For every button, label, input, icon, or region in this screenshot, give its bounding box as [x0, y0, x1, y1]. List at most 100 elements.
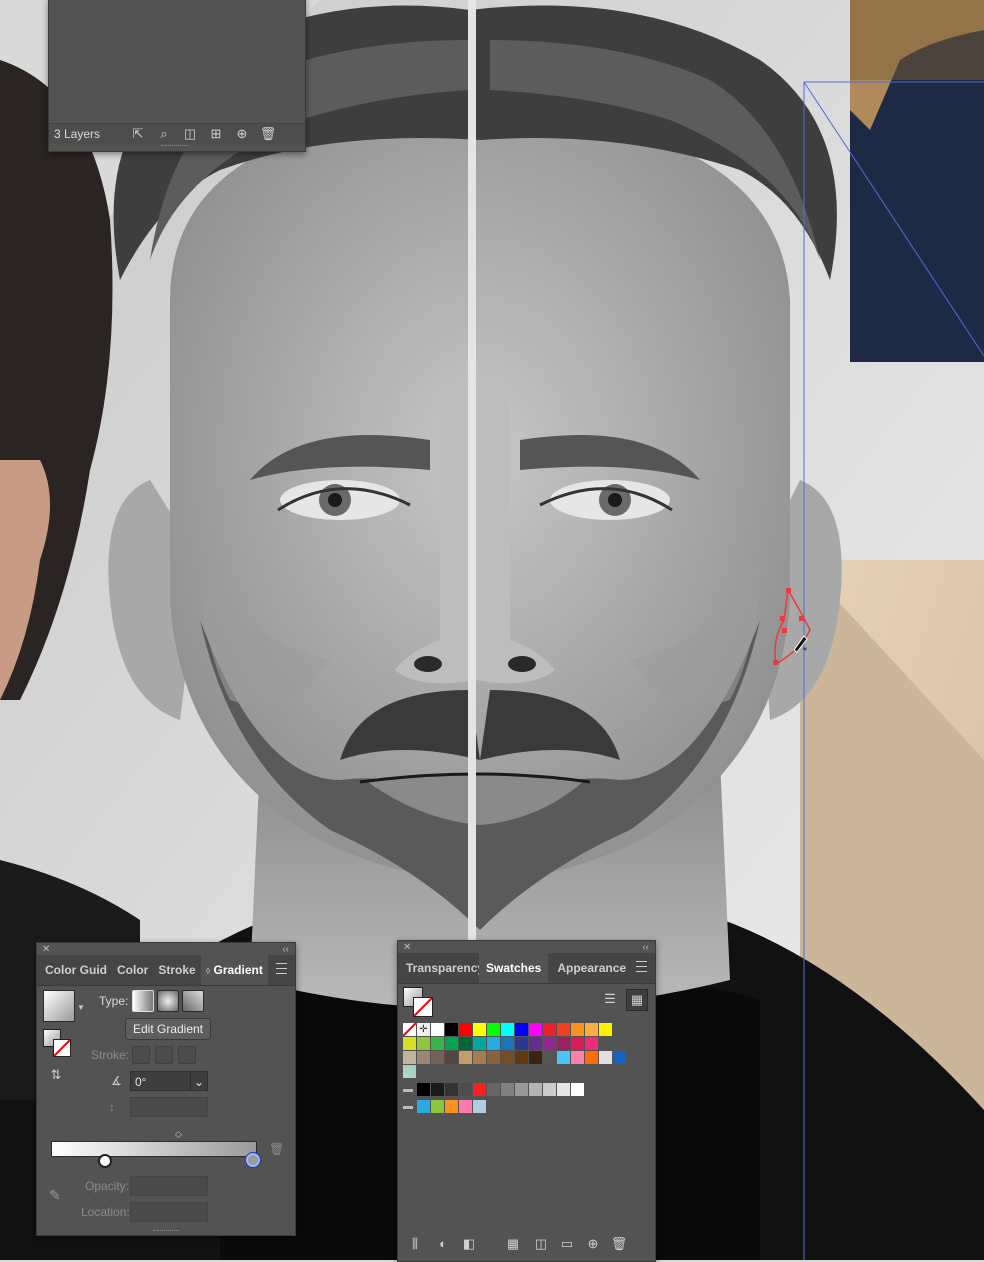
color-swatch[interactable] [557, 1037, 570, 1050]
stroke-gradient-along-icon[interactable] [155, 1046, 173, 1064]
color-swatch[interactable] [585, 1037, 598, 1050]
color-swatch[interactable] [529, 1051, 542, 1064]
color-swatch[interactable] [515, 1037, 528, 1050]
swatch-kind-icon[interactable]: ◐ [434, 1236, 452, 1252]
color-swatch[interactable] [515, 1051, 528, 1064]
linear-gradient-button[interactable] [132, 990, 154, 1012]
color-swatch[interactable] [473, 1023, 486, 1036]
color-swatch[interactable] [431, 1083, 444, 1096]
tab-gradient[interactable]: ◊ Gradient [200, 955, 268, 985]
gradient-slider[interactable] [51, 1141, 257, 1157]
color-swatch[interactable] [487, 1037, 500, 1050]
color-swatch[interactable] [431, 1023, 444, 1036]
color-swatch[interactable] [543, 1023, 556, 1036]
color-swatch[interactable] [403, 1037, 416, 1050]
color-swatch[interactable] [501, 1051, 514, 1064]
eyedropper-icon[interactable]: ✎ [49, 1187, 61, 1204]
color-swatch[interactable] [459, 1083, 472, 1096]
color-swatch[interactable] [487, 1023, 500, 1036]
freeform-gradient-button[interactable] [182, 990, 204, 1012]
color-swatch[interactable] [417, 1037, 430, 1050]
tab-swatches[interactable]: Swatches [479, 953, 549, 983]
radial-gradient-button[interactable] [157, 990, 179, 1012]
edit-color-group-icon[interactable]: ◫ [532, 1236, 550, 1252]
color-swatch[interactable] [571, 1037, 584, 1050]
tab-color-guide[interactable]: Color Guid [37, 955, 112, 985]
stroke-gradient-across-icon[interactable] [178, 1046, 196, 1064]
midpoint-diamond-icon[interactable]: ◇ [175, 1129, 182, 1140]
color-swatch[interactable] [571, 1051, 584, 1064]
color-swatch[interactable] [585, 1051, 598, 1064]
grid-view-icon[interactable]: ▦ [626, 989, 648, 1011]
color-swatch[interactable] [529, 1037, 542, 1050]
search-icon[interactable]: ⌕ [155, 126, 173, 142]
color-swatch[interactable] [613, 1051, 626, 1064]
color-swatch[interactable] [417, 1083, 430, 1096]
color-swatch[interactable] [445, 1100, 458, 1113]
new-folder-icon[interactable]: ▭ [558, 1236, 576, 1252]
color-swatch[interactable] [459, 1037, 472, 1050]
trash-icon[interactable]: 🗑 [259, 126, 277, 142]
color-swatch[interactable] [459, 1051, 472, 1064]
chevron-down-icon[interactable]: ▼ [77, 1003, 85, 1012]
angle-dropdown[interactable]: ⌄ [190, 1071, 208, 1091]
angle-field[interactable]: 0° [130, 1071, 196, 1091]
color-group-icon[interactable]: ▦ [504, 1236, 522, 1252]
color-swatch[interactable] [571, 1083, 584, 1096]
swatch-options-icon[interactable]: ◧ [460, 1236, 478, 1252]
layers-list[interactable] [49, 0, 305, 123]
collapse-icon[interactable]: ‹‹ [642, 942, 649, 953]
close-icon[interactable]: ✕ [403, 942, 411, 953]
color-swatch[interactable] [487, 1083, 500, 1096]
export-icon[interactable]: ⇱ [129, 126, 147, 142]
list-view-icon[interactable]: ☰ [601, 991, 619, 1007]
collapse-icon[interactable]: ‹‹ [282, 944, 289, 955]
sublayer-icon[interactable]: ⊞ [207, 126, 225, 142]
stroke-swatch[interactable] [53, 1039, 71, 1057]
location-field[interactable] [130, 1202, 208, 1222]
color-swatch[interactable] [473, 1083, 486, 1096]
delete-stop-icon[interactable]: 🗑 [269, 1142, 284, 1156]
color-swatch[interactable] [529, 1083, 542, 1096]
color-swatch[interactable] [473, 1100, 486, 1113]
color-swatch[interactable] [445, 1037, 458, 1050]
color-swatch[interactable] [417, 1051, 430, 1064]
color-swatch[interactable] [571, 1023, 584, 1036]
color-swatch[interactable] [473, 1037, 486, 1050]
library-icon[interactable]: ⫼ [406, 1236, 424, 1252]
opacity-field[interactable] [130, 1176, 208, 1196]
gradient-stop-left[interactable] [98, 1154, 112, 1168]
tab-transparency[interactable]: Transparency [398, 953, 479, 983]
color-swatch[interactable] [543, 1037, 556, 1050]
clipping-mask-icon[interactable]: ◫ [181, 126, 199, 142]
resize-grip[interactable] [161, 145, 189, 149]
new-layer-icon[interactable]: ⊕ [233, 126, 251, 142]
color-swatch[interactable] [557, 1083, 570, 1096]
color-swatch[interactable] [417, 1100, 430, 1113]
color-swatch[interactable] [445, 1083, 458, 1096]
panel-menu-icon[interactable] [636, 961, 647, 972]
color-swatch[interactable] [431, 1051, 444, 1064]
edit-gradient-button[interactable]: Edit Gradient [125, 1018, 211, 1040]
gradient-stop-right[interactable] [246, 1153, 260, 1167]
new-swatch-icon[interactable]: ⊕ [584, 1236, 602, 1252]
gradient-preview-swatch[interactable] [43, 990, 75, 1022]
resize-grip[interactable] [153, 1230, 179, 1234]
color-swatch[interactable] [557, 1051, 570, 1064]
close-icon[interactable]: ✕ [42, 944, 50, 955]
color-swatch[interactable] [515, 1083, 528, 1096]
none-swatch[interactable] [402, 1022, 417, 1037]
color-swatch[interactable] [431, 1100, 444, 1113]
registration-swatch[interactable]: ✛ [417, 1023, 430, 1036]
color-swatch[interactable] [515, 1023, 528, 1036]
color-swatch[interactable] [501, 1037, 514, 1050]
color-swatch[interactable] [585, 1023, 598, 1036]
tab-stroke[interactable]: Stroke [153, 955, 200, 985]
stroke-swatch[interactable] [413, 997, 433, 1017]
color-swatch[interactable] [445, 1023, 458, 1036]
panel-menu-icon[interactable] [276, 963, 287, 974]
color-swatch[interactable] [599, 1051, 612, 1064]
color-swatch[interactable] [501, 1083, 514, 1096]
stroke-gradient-within-icon[interactable] [132, 1046, 150, 1064]
color-swatch[interactable] [473, 1051, 486, 1064]
